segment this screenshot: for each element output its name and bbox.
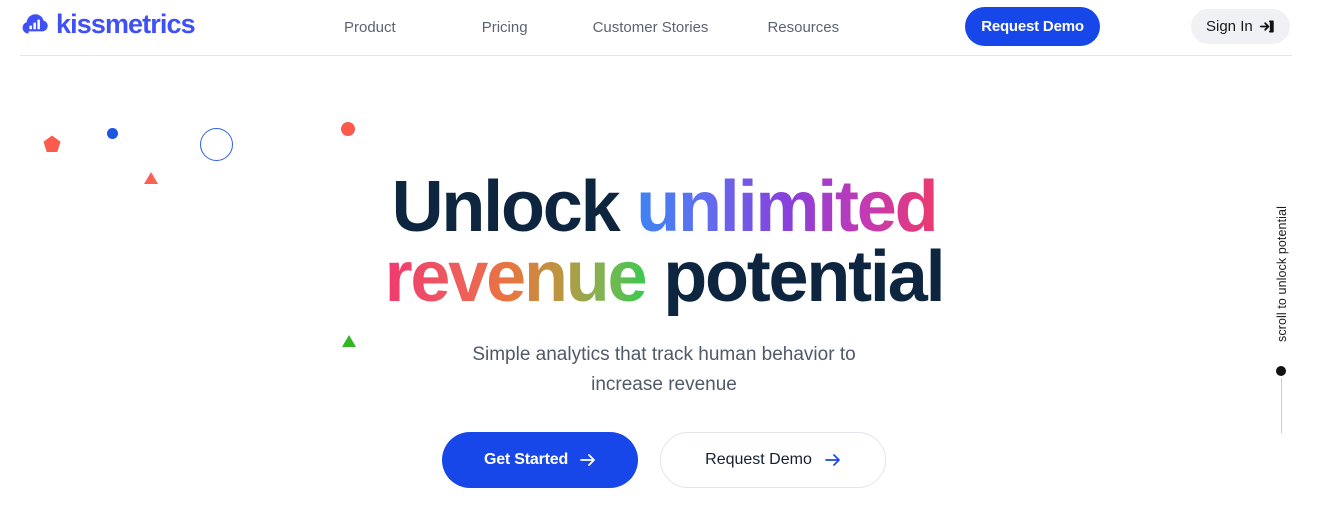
header-request-demo-button[interactable]: Request Demo — [965, 7, 1100, 46]
nav-item-pricing[interactable]: Pricing — [482, 19, 528, 37]
site-header: kissmetrics Product Pricing Customer Sto… — [0, 0, 1328, 56]
scroll-indicator-line — [1280, 378, 1282, 433]
sign-in-label: Sign In — [1206, 18, 1253, 35]
page-title-line-1: Unlock unlimited — [0, 171, 1328, 243]
nav-item-product[interactable]: Product — [344, 19, 396, 37]
headline-word-revenue: revenue — [384, 237, 648, 317]
hero-subtitle: Simple analytics that track human behavi… — [0, 340, 1328, 400]
arrow-right-icon — [580, 453, 596, 467]
brand-name: kissmetrics — [56, 9, 196, 39]
scroll-indicator[interactable]: scroll to unlock potential — [1262, 195, 1298, 435]
scroll-indicator-label: scroll to unlock potential — [1275, 206, 1289, 343]
get-started-button[interactable]: Get Started — [442, 432, 638, 488]
headline-word-unlock: Unlock — [391, 167, 621, 247]
sign-in-button[interactable]: Sign In — [1191, 9, 1290, 44]
nav-item-customer-stories[interactable]: Customer Stories — [593, 19, 709, 37]
get-started-label: Get Started — [483, 451, 569, 468]
hero-subtitle-line-1: Simple analytics that track human behavi… — [472, 344, 856, 365]
hero-cta-row: Get Started Request Demo — [0, 432, 1328, 488]
hero-subtitle-line-2: increase revenue — [591, 374, 737, 395]
pentagon-red-icon — [43, 135, 61, 153]
landing-page: kissmetrics Product Pricing Customer Sto… — [0, 0, 1328, 523]
dot-red-icon — [341, 122, 355, 136]
scroll-indicator-dot — [1276, 366, 1286, 376]
dot-blue-icon — [107, 128, 118, 139]
brand-logo[interactable]: kissmetrics — [22, 9, 196, 39]
headline-word-unlimited: unlimited — [636, 167, 938, 247]
header-divider — [20, 55, 1292, 56]
cloud-bar-chart-icon — [22, 11, 48, 37]
circle-outline-blue-icon — [200, 128, 233, 161]
arrow-right-icon — [825, 453, 841, 467]
page-title-line-2: revenue potential — [0, 241, 1328, 313]
nav-item-resources[interactable]: Resources — [767, 19, 839, 37]
hero-request-demo-label: Request Demo — [705, 451, 812, 468]
headline-word-potential: potential — [663, 237, 945, 317]
main-navigation: Product Pricing Customer Stories Resourc… — [344, 0, 839, 55]
sign-in-arrow-icon — [1259, 19, 1275, 34]
hero-request-demo-button[interactable]: Request Demo — [660, 432, 886, 488]
